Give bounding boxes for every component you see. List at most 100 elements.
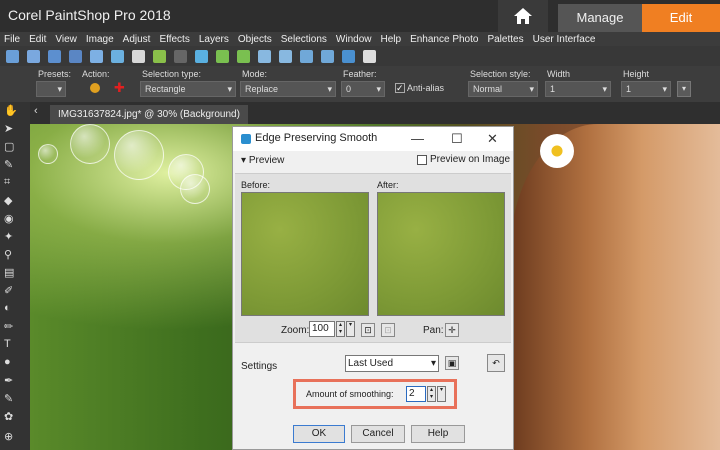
close-icon[interactable]: ✕	[487, 131, 498, 147]
presets-dropdown[interactable]	[36, 81, 66, 97]
menu-layers[interactable]: Layers	[199, 34, 229, 45]
edit-icon[interactable]	[195, 49, 208, 63]
menu-image[interactable]: Image	[86, 34, 114, 45]
home-icon	[514, 8, 532, 24]
pan-tool-icon[interactable]: ✋	[4, 102, 24, 118]
menu-enhance-photo[interactable]: Enhance Photo	[410, 34, 478, 45]
pen-tool-icon[interactable]: ✒	[4, 372, 24, 388]
picture-tube-icon[interactable]: ✿	[4, 408, 24, 424]
edit-tab[interactable]: Edit	[642, 4, 720, 32]
fit-icon[interactable]	[279, 49, 292, 63]
menu-view[interactable]: View	[55, 34, 77, 45]
settings-dropdown[interactable]: Last Used	[345, 355, 439, 372]
amount-input[interactable]: 2	[406, 386, 426, 402]
lighten-darken-icon[interactable]: ◐	[4, 300, 24, 316]
paint-brush-icon[interactable]: ✐	[4, 282, 24, 298]
save-icon[interactable]	[69, 49, 82, 63]
checkbox-box	[417, 154, 427, 165]
antialias-checkbox[interactable]: ✓	[395, 83, 405, 93]
warp-brush-icon[interactable]: ✎	[4, 390, 24, 406]
before-preview[interactable]	[241, 192, 369, 316]
screen-icon[interactable]	[342, 49, 355, 63]
scratch-remover-icon[interactable]: ▤	[4, 264, 24, 280]
tools-panel: ✋ ➤ ▢ ✎ ⌗ ◆ ◉ ✦ ⚲ ▤ ✐ ◐ ✏ T ● ✒ ✎ ✿ ⊕	[0, 102, 30, 450]
minimize-icon[interactable]: —	[411, 131, 424, 146]
after-label: After:	[377, 180, 399, 190]
amount-spinner[interactable]: ▴ ▾	[427, 386, 436, 402]
menu-help[interactable]: Help	[380, 34, 401, 45]
menu-adjust[interactable]: Adjust	[123, 34, 151, 45]
document-tab[interactable]: IMG31637824.jpg* @ 30% (Background)	[50, 105, 248, 124]
redo-icon[interactable]	[174, 49, 187, 63]
red-eye-tool-icon[interactable]: ◉	[4, 210, 24, 226]
chevron-left-icon[interactable]: ‹	[34, 105, 38, 117]
feather-input[interactable]: 0	[341, 81, 385, 97]
amount-dropdown-arrow[interactable]: ▾	[437, 386, 446, 402]
makeover-tool-icon[interactable]: ✦	[4, 228, 24, 244]
settings-label: Settings	[241, 361, 278, 372]
browse-icon[interactable]	[90, 49, 103, 63]
menu-user-interface[interactable]: User Interface	[533, 34, 596, 45]
menu-palettes[interactable]: Palettes	[487, 34, 523, 45]
zoom-in-icon[interactable]	[321, 49, 334, 63]
ok-button[interactable]: OK	[293, 425, 345, 443]
crop-tool-icon[interactable]: ⌗	[4, 174, 24, 190]
menu-edit[interactable]: Edit	[29, 34, 46, 45]
print-icon[interactable]	[132, 49, 145, 63]
manage-tab[interactable]: Manage	[558, 4, 642, 32]
rotate-right-icon[interactable]	[237, 49, 250, 63]
height-input[interactable]: 1	[621, 81, 671, 97]
cancel-button[interactable]: Cancel	[351, 425, 405, 443]
preview-on-image-checkbox[interactable]: Preview on Image	[417, 154, 510, 165]
menu-file[interactable]: File	[4, 34, 20, 45]
document-icon[interactable]	[363, 49, 376, 63]
maximize-icon[interactable]: ☐	[451, 131, 463, 147]
girl-hair	[510, 124, 720, 450]
zoom-actual-button[interactable]: ⊡	[381, 323, 395, 337]
text-tool-icon[interactable]: T	[4, 336, 24, 352]
home-button[interactable]	[498, 0, 548, 32]
preset-shape-icon[interactable]: ●	[4, 354, 24, 370]
apply-icon[interactable]	[90, 83, 100, 93]
antialias-label: Anti-alias	[407, 83, 445, 93]
undo-icon[interactable]	[153, 49, 166, 63]
rotate-left-icon[interactable]	[216, 49, 229, 63]
pan-button[interactable]: ✛	[445, 323, 459, 337]
reset-button[interactable]: ↶	[487, 354, 505, 372]
height-label: Height	[623, 69, 650, 79]
zoom-dropdown-arrow[interactable]: ▾	[346, 321, 355, 337]
menu-effects[interactable]: Effects	[159, 34, 189, 45]
width-input[interactable]: 1	[545, 81, 611, 97]
grid-icon[interactable]	[27, 49, 40, 63]
open-folder-icon[interactable]	[48, 49, 61, 63]
zoom-label: Zoom:	[281, 325, 310, 336]
menu-selections[interactable]: Selections	[281, 34, 327, 45]
clone-tool-icon[interactable]: ⚲	[4, 246, 24, 262]
zoom-fit-button[interactable]: ⊡	[361, 323, 375, 337]
zoom-out-icon[interactable]	[300, 49, 313, 63]
share-icon[interactable]	[111, 49, 124, 63]
eraser-tool-icon[interactable]: ✏	[4, 318, 24, 334]
selection-style-dropdown[interactable]: Normal	[468, 81, 538, 97]
mode-dropdown[interactable]: Replace	[240, 81, 336, 97]
dialog-title-bar: Edge Preserving Smooth — ☐ ✕	[233, 127, 513, 151]
save-preset-button[interactable]: ▣	[445, 356, 459, 370]
pick-tool-icon[interactable]: ➤	[4, 120, 24, 136]
new-file-icon[interactable]	[6, 49, 19, 63]
crop-icon[interactable]	[258, 49, 271, 63]
menu-objects[interactable]: Objects	[238, 34, 272, 45]
dialog-app-icon	[241, 134, 251, 144]
straighten-tool-icon[interactable]: ◆	[4, 192, 24, 208]
dropper-tool-icon[interactable]: ✎	[4, 156, 24, 172]
help-button[interactable]: Help	[411, 425, 465, 443]
add-tool-icon[interactable]: ⊕	[4, 428, 24, 444]
cancel-icon[interactable]: ✚	[114, 80, 125, 96]
after-preview[interactable]	[377, 192, 505, 316]
swap-size-button[interactable]: ▾	[677, 81, 691, 97]
preview-toggle[interactable]: ▾ Preview	[241, 155, 284, 166]
zoom-input[interactable]: 100	[309, 321, 335, 337]
selection-type-dropdown[interactable]: Rectangle	[140, 81, 236, 97]
zoom-spinner[interactable]: ▴ ▾	[336, 321, 345, 337]
selection-tool-icon[interactable]: ▢	[4, 138, 24, 154]
menu-window[interactable]: Window	[336, 34, 372, 45]
